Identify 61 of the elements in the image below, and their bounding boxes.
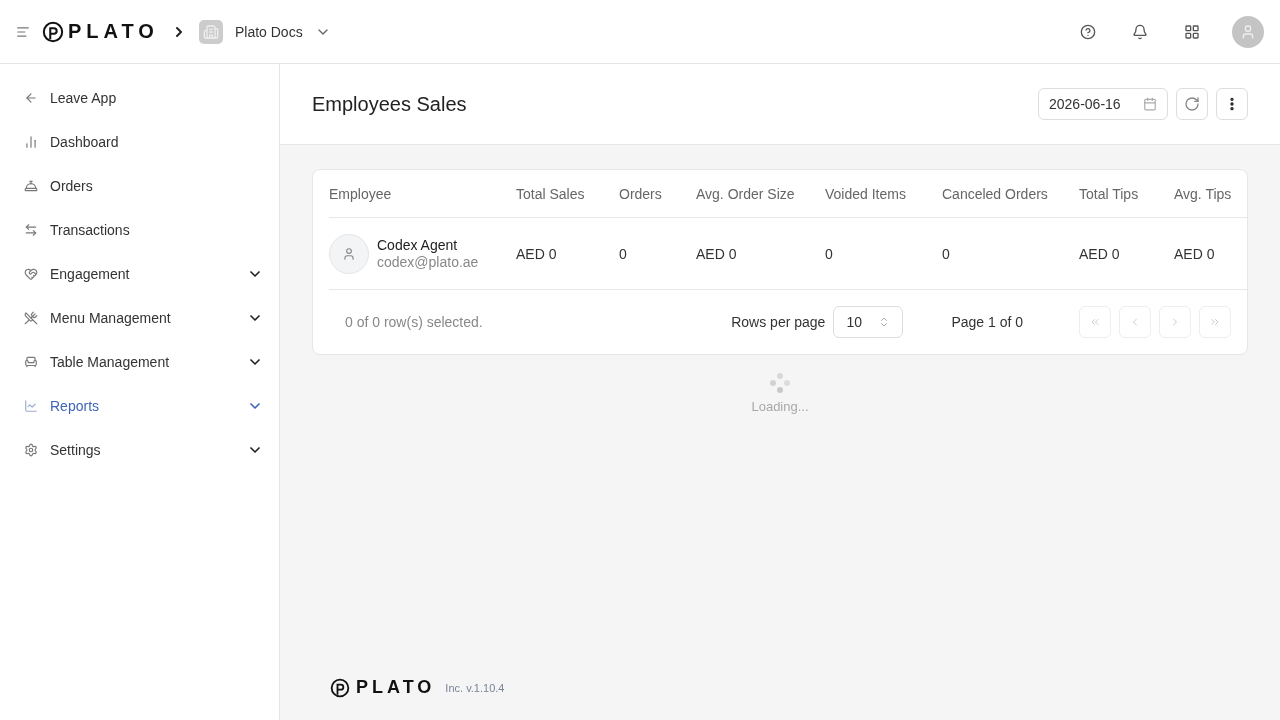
line-chart-icon <box>24 399 38 413</box>
user-icon <box>342 246 356 261</box>
sidebar-item[interactable]: Settings <box>24 428 263 472</box>
calendar-icon <box>1143 97 1157 111</box>
bell-icon <box>1132 23 1148 40</box>
workspace-name[interactable]: Plato Docs <box>234 23 303 40</box>
sidebar-item[interactable]: Reports <box>24 384 263 428</box>
table-cell: AED 0 <box>1174 218 1247 290</box>
column-header: Employee <box>329 170 516 218</box>
version-text: Inc. v.1.10.4 <box>445 681 505 694</box>
employee-name: Codex Agent <box>377 237 459 253</box>
sidebar-item[interactable]: Leave App <box>24 76 263 120</box>
sidebar-item[interactable]: Transactions <box>24 208 263 252</box>
sidebar-item[interactable]: Orders <box>24 164 263 208</box>
page-title: Employees Sales <box>312 92 468 116</box>
grid-icon <box>1184 23 1200 40</box>
column-header: Avg. Tips <box>1174 170 1247 218</box>
more-button[interactable] <box>1216 88 1248 120</box>
refresh-button[interactable] <box>1176 88 1208 120</box>
brand-logo: PLATO <box>68 20 159 43</box>
table-cell: AED 0 <box>516 218 619 290</box>
date-field[interactable]: 2026-06-16 <box>1038 88 1168 120</box>
rows-per-page-select[interactable]: 10 <box>833 306 904 338</box>
swap-icon <box>24 223 38 237</box>
user-avatar[interactable] <box>1232 15 1264 48</box>
refresh-icon <box>1184 96 1200 112</box>
sidebar-item[interactable]: Dashboard <box>24 120 263 164</box>
table-cell: 0 <box>942 218 1079 290</box>
sidebar-item[interactable]: Table Management <box>24 340 263 384</box>
logo-mark-icon <box>42 20 64 43</box>
spinner-icon <box>770 373 790 393</box>
column-header: Total Tips <box>1079 170 1174 218</box>
table-cell: AED 0 <box>696 218 825 290</box>
rows-per-page-label: Rows per page <box>731 314 826 330</box>
building-icon <box>198 19 223 44</box>
page-indicator: Page 1 of 0 <box>951 314 1023 330</box>
table-cell: AED 0 <box>1079 218 1174 290</box>
sidebar-item[interactable]: Menu Management <box>24 296 263 340</box>
loading-text: Loading... <box>751 399 809 414</box>
column-header: Avg. Order Size <box>696 170 825 218</box>
chevron-right-icon <box>1209 316 1221 328</box>
bell-icon <box>24 179 38 193</box>
column-header: Total Sales <box>516 170 619 218</box>
table-cell: 0 <box>619 218 696 290</box>
gear-icon <box>24 443 38 457</box>
logo-mark-icon <box>330 677 350 698</box>
bar-chart-icon <box>24 135 38 149</box>
menu-icon[interactable] <box>16 24 30 39</box>
column-header: Canceled Orders <box>942 170 1079 218</box>
selection-count: 0 of 0 row(s) selected. <box>345 314 484 330</box>
sidebar-item[interactable]: Engagement <box>24 252 263 296</box>
column-header: Voided Items <box>825 170 942 218</box>
user-icon <box>1240 23 1256 40</box>
chevron-left-icon <box>1089 316 1101 328</box>
help-icon <box>1080 23 1096 40</box>
column-header: Orders <box>619 170 696 218</box>
table-cell: 0 <box>825 218 942 290</box>
utensils-icon <box>24 311 38 325</box>
employee-email: codex@plato.ae <box>377 254 479 270</box>
chair-icon <box>24 355 38 369</box>
footer-logo: PLATO <box>356 677 436 698</box>
